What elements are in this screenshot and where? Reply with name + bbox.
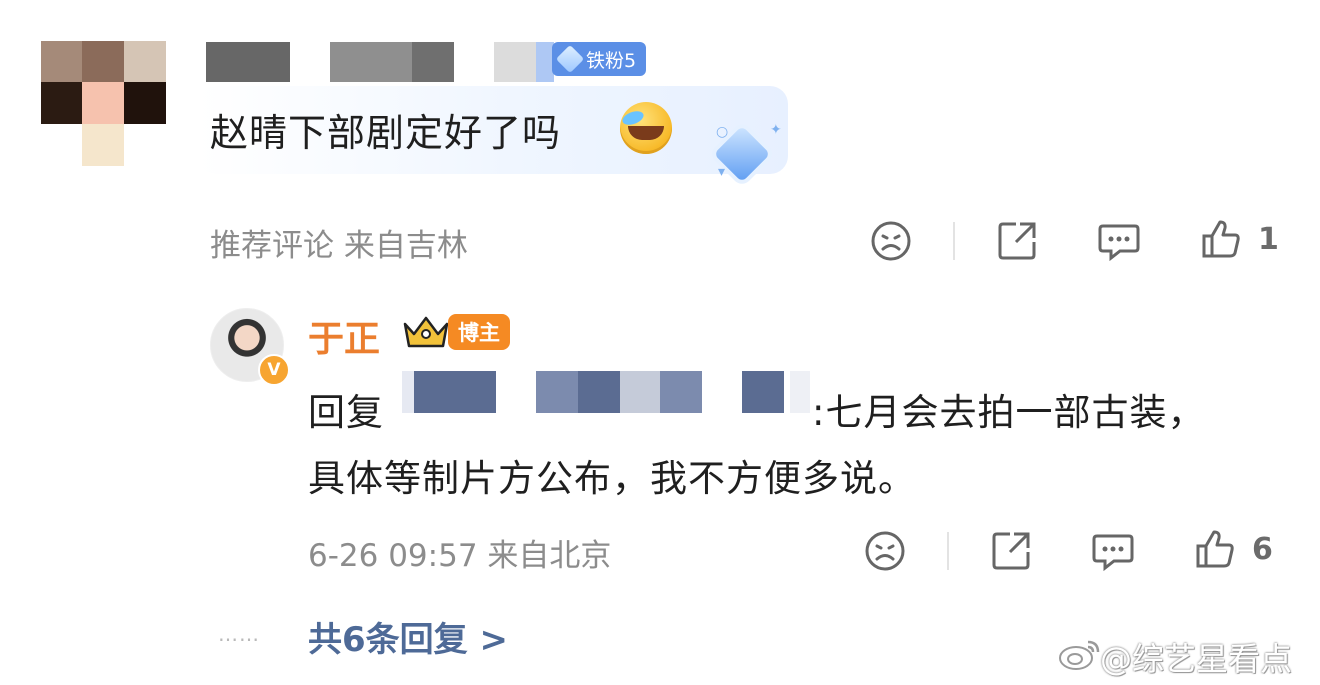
watermark-text: @综艺星看点 <box>1100 640 1293 678</box>
share-icon[interactable] <box>996 220 1038 262</box>
comment-icon[interactable] <box>1098 222 1140 262</box>
comment-text: 赵晴下部剧定好了吗 <box>210 111 562 155</box>
like-count: 6 <box>1252 532 1273 567</box>
laugh-cry-emoji-icon <box>620 102 672 154</box>
fan-level-label: 铁粉5 <box>586 49 637 72</box>
crown-icon <box>403 316 449 348</box>
reply-prefix: 回复 <box>308 391 384 434</box>
share-icon[interactable] <box>990 530 1032 572</box>
diamond-icon <box>555 44 585 74</box>
action-divider <box>947 532 949 570</box>
action-divider <box>953 222 955 260</box>
blogger-tag: 博主 <box>448 314 510 350</box>
more-replies-dots: …… <box>218 622 260 646</box>
like-icon[interactable] <box>1194 528 1236 570</box>
dislike-face-icon[interactable] <box>870 220 912 262</box>
sparkle-icon: ▾ <box>718 164 726 180</box>
reply-text-line2: 具体等制片方公布，我不方便多说。 <box>308 457 916 500</box>
view-all-replies-link[interactable]: 共6条回复 > <box>308 612 508 661</box>
like-icon[interactable] <box>1200 218 1242 260</box>
author-name[interactable]: 于正 <box>308 310 380 362</box>
sparkle-icon: ○ <box>716 124 729 140</box>
commenter-avatar[interactable] <box>41 41 166 166</box>
verified-badge: V <box>258 354 290 386</box>
reply-text-line1: :七月会去拍一部古装， <box>812 391 1206 434</box>
comment-icon[interactable] <box>1092 532 1134 572</box>
like-count: 1 <box>1258 222 1279 257</box>
weibo-logo-icon <box>1059 640 1100 670</box>
sparkle-icon: ✦ <box>770 122 782 138</box>
comment-meta: 推荐评论 来自吉林 <box>210 228 468 264</box>
fan-level-badge: 铁粉5 <box>552 42 647 76</box>
reply-meta: 6-26 09:57 来自北京 <box>308 538 612 574</box>
dislike-face-icon[interactable] <box>864 530 906 572</box>
